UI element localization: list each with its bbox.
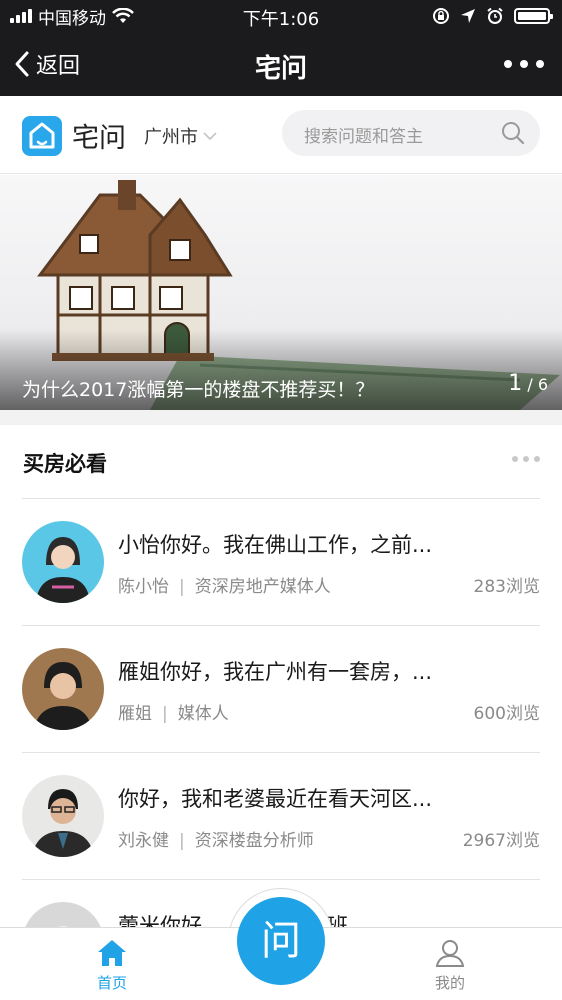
brand-name: 宅问 [72,123,126,154]
city-label: 广州市 [144,127,198,148]
battery-icon [514,8,553,24]
avatar [22,521,104,603]
author-role: 资深房地产媒体人 [194,577,331,597]
banner-pager-total: / 6 [527,375,548,394]
question-text: 你好，我和老婆最近在看天河区... [118,787,433,811]
banner-carousel[interactable]: 为什么2017涨幅第一的楼盘不推荐买！？ 1 / 6 [0,175,562,410]
alarm-icon [487,7,503,24]
question-text: 雁姐你好，我在广州有一套房，... [118,660,433,684]
city-selector[interactable]: 广州市 [144,123,218,149]
app-logo-icon [22,116,62,156]
author-name: 陈小怡 [118,577,169,597]
more-menu-icon[interactable] [504,48,544,80]
chevron-down-icon [203,132,217,141]
tab-mine[interactable]: 我的 [390,928,510,1000]
ask-button[interactable]: 问 [237,897,325,985]
app-screen: 中国移动 下午1:06 返回 宅问 宅问 广州市 搜索问题和答主 为什么2017… [0,0,562,1000]
author-name: 刘永健 [118,831,169,851]
view-count: 283浏览 [473,577,540,597]
profile-icon [435,940,465,967]
banner-pager-current: 1 [508,371,523,396]
app-header: 宅问 广州市 搜索问题和答主 [0,96,562,174]
page-title: 宅问 [254,54,307,84]
author-role: 媒体人 [177,704,229,724]
author-role: 资深楼盘分析师 [194,831,314,851]
question-item[interactable]: 小怡你好。我在佛山工作，之前... 陈小怡 | 资深房地产媒体人 283浏览 [0,499,562,625]
tab-home[interactable]: 首页 [52,928,172,1000]
avatar [22,648,104,730]
view-count: 2967浏览 [462,831,540,851]
rotation-lock-icon [433,8,449,24]
author-name: 雁姐 [118,704,152,724]
banner-pager: 1 / 6 [508,371,548,396]
banner-caption: 为什么2017涨幅第一的楼盘不推荐买！？ [22,379,375,401]
question-meta: 刘永健 | 资深楼盘分析师 [118,831,314,851]
nav-bar: 返回 宅问 [0,32,562,96]
question-text: 小怡你好。我在佛山工作，之前... [118,533,433,557]
tab-mine-label: 我的 [434,974,465,992]
question-item[interactable]: 你好，我和老婆最近在看天河区... 刘永健 | 资深楼盘分析师 2967浏览 [0,753,562,879]
question-meta: 雁姐 | 媒体人 [118,704,229,724]
avatar [22,775,104,857]
section-title: 买房必看 [23,452,107,476]
section-more-icon[interactable] [512,456,540,464]
question-meta: 陈小怡 | 资深房地产媒体人 [118,577,331,597]
home-icon [98,940,126,966]
battery-fill [518,12,546,20]
search-icon[interactable] [500,120,526,146]
status-right [432,0,553,32]
question-item[interactable]: 雁姐你好，我在广州有一套房，... 雁姐 | 媒体人 600浏览 [0,626,562,752]
location-icon [461,9,475,23]
section-gap [0,410,562,425]
search-placeholder: 搜索问题和答主 [304,127,423,147]
tab-home-label: 首页 [96,974,127,992]
status-bar: 中国移动 下午1:06 [0,0,562,32]
view-count: 600浏览 [473,704,540,724]
search-input[interactable]: 搜索问题和答主 [282,110,540,156]
